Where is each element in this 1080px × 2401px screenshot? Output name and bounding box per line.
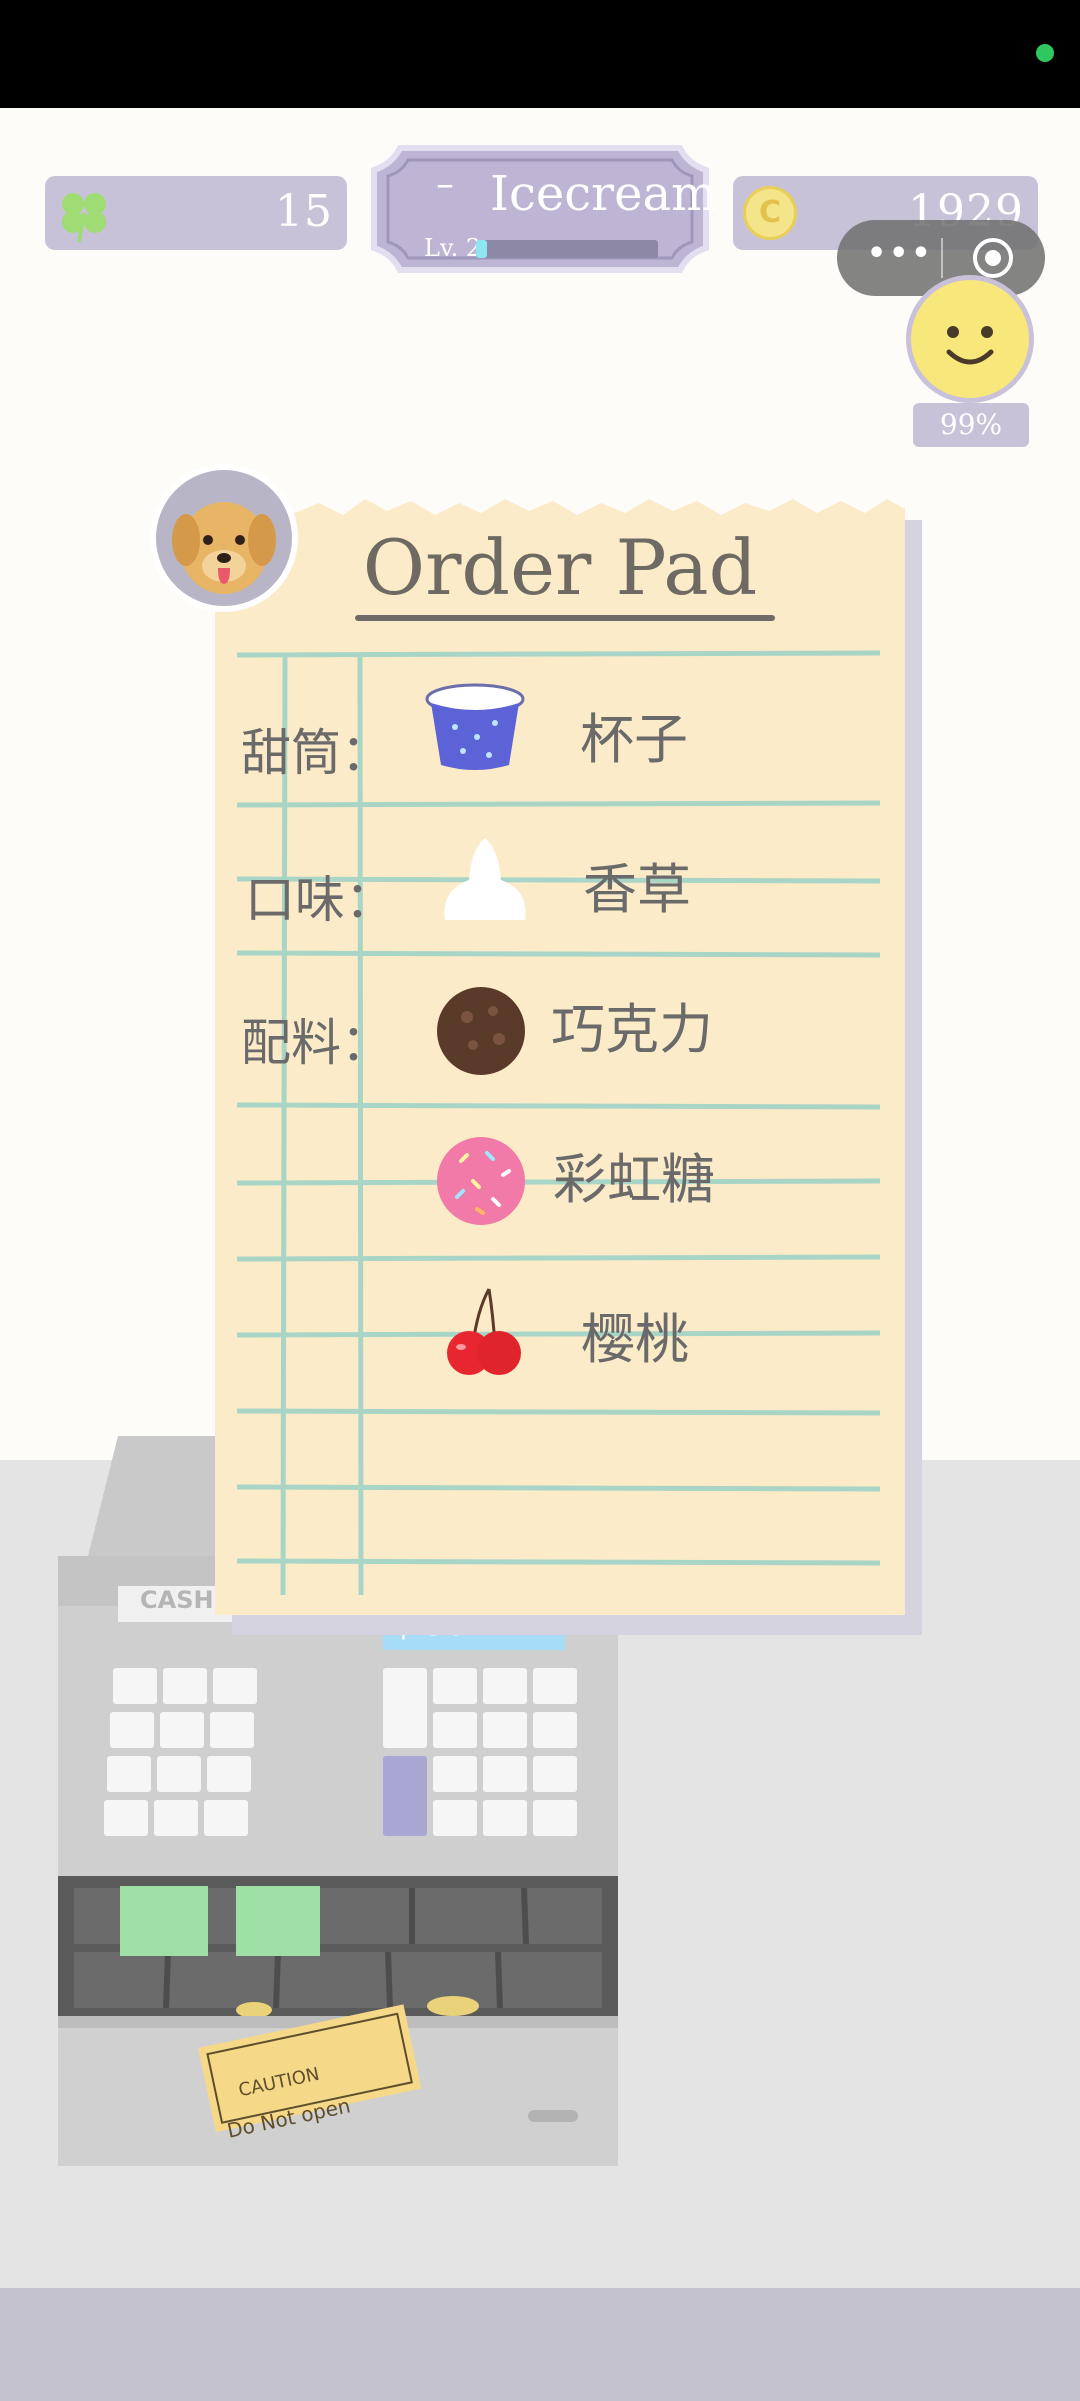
order-pad-title: Order Pad [362,523,758,612]
cone-choice: 杯子 [580,708,688,771]
shop-level-plaque: – Icecream Lv. 2 [370,144,717,274]
flavor-label: 口味： [245,871,395,929]
more-menu-icon[interactable]: ••• [867,236,934,271]
happiness-smiley-icon [906,275,1034,403]
cone-label: 甜筒： [241,724,391,782]
bottom-bar [0,2288,1080,2401]
xp-bar [476,240,658,258]
topping-choice-1: 巧克力 [551,998,713,1061]
recording-indicator-icon [1036,44,1054,62]
flavor-choice: 香草 [583,858,691,921]
topping-label: 配料： [241,1014,391,1072]
shop-title: Icecream [490,166,717,222]
close-target-icon[interactable] [971,236,1015,280]
topping-choice-3: 樱桃 [581,1308,689,1371]
sprinkle-donut-icon [437,1137,525,1225]
order-pad: Order Pad 甜筒： 杯子 口味： 香草 配料： 巧克力 彩虹糖 樱桃 [215,495,905,1615]
cherry-icon [447,1288,521,1375]
title-underline [355,615,775,621]
coin-icon: C [743,186,797,240]
clover-icon [62,193,106,243]
capsule-divider [941,238,943,278]
happiness-percent: 99% [913,403,1029,447]
level-label: Lv. 2 [424,234,482,262]
clover-count: 15 [275,186,333,237]
chocolate-cookie-icon [437,987,525,1075]
status-bar [0,0,1080,108]
clover-counter: 15 [45,176,347,250]
vanilla-scoop-icon [444,838,526,920]
blue-cup-icon [425,683,525,770]
plaque-dash: – [436,164,454,205]
customer-avatar-dog [150,464,298,612]
xp-bar-fill [476,240,487,258]
topping-choice-2: 彩虹糖 [553,1148,715,1211]
